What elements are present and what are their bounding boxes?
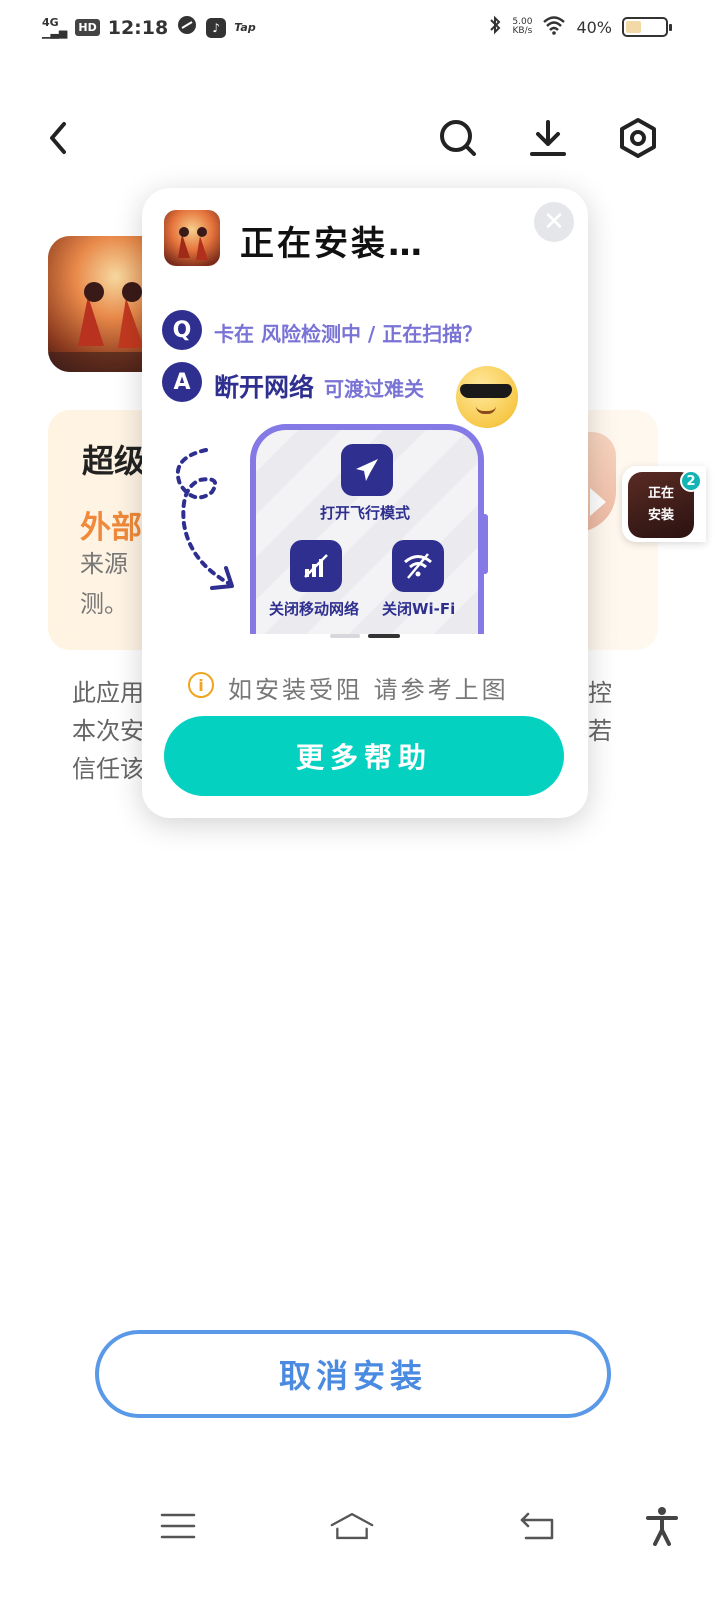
battery-icon: [622, 17, 672, 37]
dialog-title: 正在安装…: [240, 224, 425, 264]
download-icon: [530, 120, 566, 156]
signal-indicator: 4G ▁▃▅: [42, 15, 68, 39]
close-icon: ✕: [543, 207, 565, 237]
hint-text: 如安装受阻 请参考上图: [228, 676, 509, 704]
more-help-button[interactable]: 更多帮助: [164, 716, 564, 796]
answer-sub-text: 可渡过难关: [324, 377, 424, 401]
search-button[interactable]: [436, 116, 480, 160]
status-left: 4G ▁▃▅ HD 12:18 ♪ Tap: [42, 14, 256, 41]
app-notif-icon: [176, 14, 198, 41]
bubble-label-line1: 正在: [647, 486, 674, 501]
bubble-count-badge: 2: [680, 470, 702, 492]
mobile-signal-off-icon: [304, 554, 328, 578]
battery-fill: [626, 21, 641, 33]
network-type: 4G: [42, 15, 59, 29]
airplane-mode-tile: [341, 444, 393, 496]
wifi-off-icon: [404, 553, 432, 579]
carousel-dot-1[interactable]: [330, 634, 360, 638]
bubble-pointer: [590, 488, 606, 516]
warning-title: 超级: [82, 442, 147, 480]
speed-unit: KB/s: [512, 26, 533, 36]
battery-percent: 40%: [576, 17, 612, 37]
mobile-data-tile: [290, 540, 342, 592]
airplane-icon: [356, 459, 378, 481]
bubble-label-line2: 安装: [647, 508, 674, 523]
bluetooth-icon: [488, 14, 502, 40]
menu-icon: [160, 1513, 196, 1539]
accessibility-icon: [646, 1507, 678, 1546]
wifi-tile: [392, 540, 444, 592]
close-button[interactable]: ✕: [534, 202, 574, 242]
dashed-arrow-icon: [175, 448, 234, 590]
tiktok-icon: ♪: [206, 17, 227, 38]
question-text: 卡在 风险检测中 / 正在扫描？: [214, 322, 483, 346]
menu-button[interactable]: [156, 1504, 200, 1548]
app-artwork-image: [178, 227, 208, 260]
phone-side-button: [482, 514, 488, 574]
back-nav-button[interactable]: [516, 1504, 560, 1548]
warning-subtitle: 外部: [80, 510, 142, 546]
airplane-mode-label: 打开飞行模式: [320, 504, 411, 522]
cancel-install-button[interactable]: 取消安装: [95, 1330, 611, 1418]
hd-badge: HD: [75, 19, 100, 36]
clock: 12:18: [107, 16, 169, 39]
floating-install-bubble[interactable]: 正在 安装 2: [622, 466, 706, 542]
sunglasses-emoji-icon: [456, 366, 518, 428]
tap-label: Tap: [234, 21, 256, 34]
gear-icon: [620, 118, 656, 158]
status-bar: 4G ▁▃▅ HD 12:18 ♪ Tap 5.00 KB/s 40%: [0, 0, 720, 56]
carousel-dot-2[interactable]: [368, 634, 400, 638]
wifi-icon: [542, 15, 566, 39]
network-speed: 5.00 KB/s: [512, 18, 532, 36]
question-badge: Q: [162, 310, 202, 350]
mobile-data-label: 关闭移动网络: [269, 600, 360, 618]
status-right: 5.00 KB/s 40%: [488, 14, 672, 40]
home-button[interactable]: [330, 1504, 374, 1548]
download-button[interactable]: [526, 116, 570, 160]
dialog-app-icon: [164, 210, 220, 266]
info-icon: i: [188, 672, 214, 698]
settings-button[interactable]: [616, 116, 660, 160]
desc-right-line1: 控: [588, 679, 612, 707]
back-nav-icon: [520, 1512, 554, 1540]
answer-main-text: 断开网络: [214, 373, 315, 402]
accessibility-button[interactable]: [640, 1504, 684, 1548]
installing-dialog: 正在安装… ✕ Q 卡在 风险检测中 / 正在扫描？ A 断开网络 可渡过难关 …: [142, 188, 588, 818]
description-text-right: 控 若: [588, 674, 612, 750]
search-icon: [440, 120, 476, 156]
wifi-label: 关闭Wi-Fi: [382, 600, 456, 618]
desc-right-line2: 若: [588, 717, 612, 745]
home-icon: [330, 1512, 374, 1540]
back-button[interactable]: [36, 116, 80, 160]
chevron-left-icon: [50, 122, 66, 154]
answer-badge: A: [162, 362, 202, 402]
